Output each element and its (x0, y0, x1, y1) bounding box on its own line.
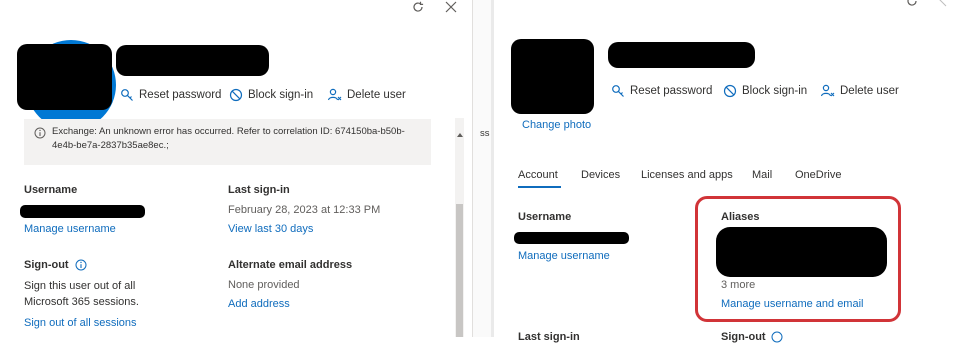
aliases-more-count: 3 more (721, 279, 756, 291)
scrollbar-thumb[interactable] (456, 204, 463, 337)
add-address-link[interactable]: Add address (228, 298, 290, 310)
reset-password-button[interactable]: Reset password (120, 88, 221, 102)
key-icon (612, 85, 624, 97)
tab-licenses-and-apps[interactable]: Licenses and apps (641, 169, 733, 181)
tab-onedrive[interactable]: OneDrive (795, 169, 841, 181)
block-icon (229, 88, 243, 102)
reset-password-button[interactable]: Reset password (611, 84, 712, 98)
aliases-label: Aliases (721, 211, 760, 223)
partial-text: ss (480, 128, 490, 139)
last-signin-label: Last sign-in (228, 184, 290, 196)
reset-password-label: Reset password (139, 89, 222, 101)
last-signin-label: Last sign-in (518, 331, 580, 343)
close-icon[interactable] (937, 0, 947, 12)
delete-user-button[interactable]: Delete user (327, 88, 406, 102)
tab-account-underline (518, 186, 561, 188)
delete-user-icon (327, 88, 342, 101)
info-icon[interactable] (771, 331, 783, 343)
delete-user-label: Delete user (347, 89, 406, 101)
signout-description-line1: Sign this user out of all (24, 280, 136, 292)
tab-devices[interactable]: Devices (581, 169, 620, 181)
close-icon[interactable] (445, 0, 457, 18)
avatar-redaction (511, 39, 594, 114)
last-signin-value: February 28, 2023 at 12:33 PM (228, 204, 381, 216)
change-photo-link[interactable]: Change photo (522, 119, 591, 131)
refresh-icon[interactable] (411, 0, 425, 19)
tab-mail[interactable]: Mail (752, 169, 772, 181)
block-signin-button[interactable]: Block sign-in (723, 84, 807, 98)
error-text-line2: 4e4b-be7a-2837b35ae8ec.; (52, 140, 169, 151)
signout-label-text: Sign-out (721, 331, 766, 343)
block-signin-button[interactable]: Block sign-in (229, 88, 313, 102)
display-name-redaction (608, 42, 755, 68)
manage-username-and-email-link[interactable]: Manage username and email (721, 298, 863, 310)
refresh-icon[interactable] (905, 0, 919, 13)
info-icon (34, 126, 46, 144)
error-text-line1: Exchange: An unknown error has occurred.… (52, 126, 405, 137)
avatar-redaction (17, 44, 112, 110)
delete-user-button[interactable]: Delete user (820, 84, 899, 98)
signout-label-text: Sign-out (24, 259, 69, 271)
display-name-redaction (116, 45, 269, 76)
scroll-up-icon[interactable] (457, 124, 463, 142)
manage-username-link[interactable]: Manage username (24, 223, 116, 235)
delete-user-label: Delete user (840, 85, 899, 97)
sign-out-all-sessions-link[interactable]: Sign out of all sessions (24, 317, 137, 329)
alternate-email-value: None provided (228, 279, 300, 291)
delete-user-icon (820, 84, 835, 97)
right-panel: Reset password Block sign-in Delete user… (494, 0, 980, 343)
username-label: Username (24, 184, 78, 196)
info-icon[interactable] (75, 259, 87, 271)
username-label: Username (518, 211, 572, 223)
signout-label: Sign-out (24, 259, 87, 271)
key-icon (121, 89, 133, 101)
left-panel: Reset password Block sign-in Delete user… (0, 0, 472, 337)
signout-label: Sign-out (721, 331, 783, 343)
block-signin-label: Block sign-in (742, 85, 808, 97)
signout-description-line2: Microsoft 365 sessions. (24, 296, 139, 308)
block-icon (723, 84, 737, 98)
tab-account[interactable]: Account (518, 169, 558, 181)
reset-password-label: Reset password (630, 85, 713, 97)
manage-username-link[interactable]: Manage username (518, 250, 610, 262)
alternate-email-label: Alternate email address (228, 259, 353, 271)
block-signin-label: Block sign-in (248, 89, 314, 101)
username-redaction (514, 232, 629, 244)
username-redaction (20, 205, 145, 218)
aliases-redaction (716, 227, 887, 277)
error-banner: Exchange: An unknown error has occurred.… (24, 119, 431, 165)
scrollbar[interactable] (455, 118, 464, 337)
view-last-30-days-link[interactable]: View last 30 days (228, 223, 313, 235)
